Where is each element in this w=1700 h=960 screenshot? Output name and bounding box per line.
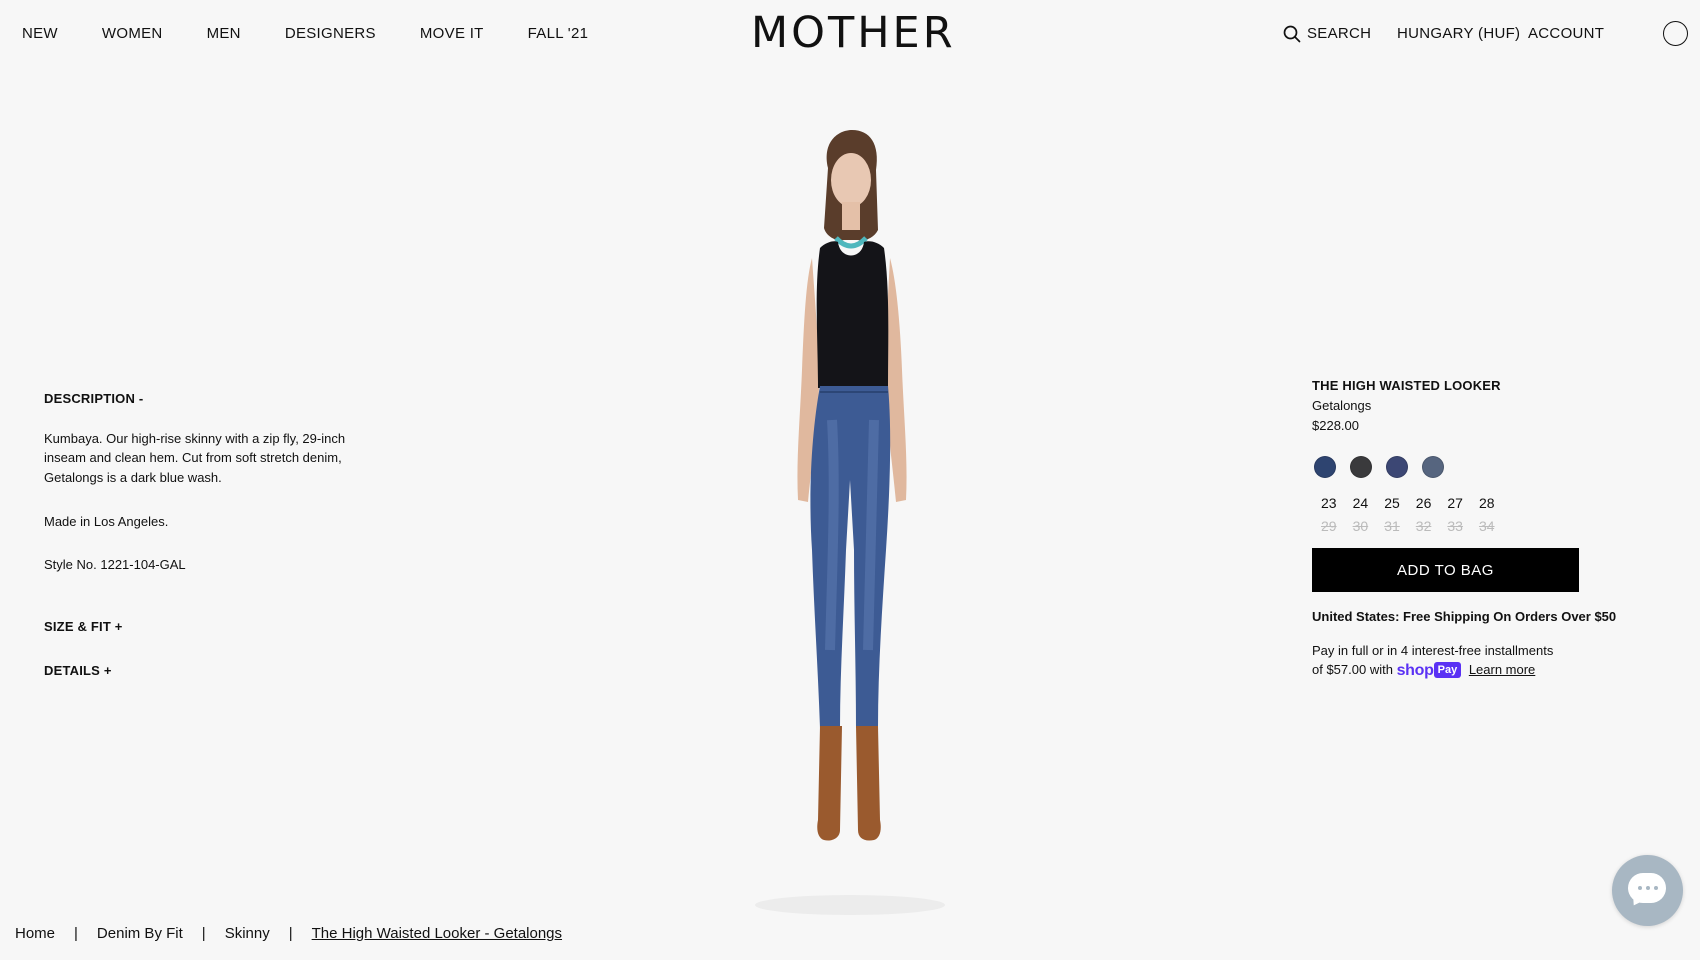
breadcrumb-home[interactable]: Home [15, 924, 55, 944]
color-swatch[interactable] [1386, 456, 1408, 478]
size-option[interactable]: 24 [1353, 495, 1385, 511]
size-fit-toggle[interactable]: SIZE & FIT + [44, 619, 123, 634]
size-option[interactable]: 23 [1321, 495, 1353, 511]
main-nav: NEW WOMEN MEN DESIGNERS MOVE IT FALL '21 [22, 24, 632, 44]
description-body: Kumbaya. Our high-rise skinny with a zip… [44, 430, 346, 485]
product-price: $228.00 [1312, 418, 1359, 433]
installments-line-2: of $57.00 with shop Pay Learn more [1312, 660, 1632, 680]
breadcrumb-separator: | [288, 925, 293, 942]
chat-dots [1638, 886, 1658, 890]
learn-more-link[interactable]: Learn more [1469, 662, 1535, 677]
shop-pay-badge: Pay [1433, 662, 1462, 678]
size-option-unavailable: 29 [1321, 518, 1337, 534]
description-toggle[interactable]: DESCRIPTION - [44, 389, 384, 409]
color-swatch[interactable] [1314, 456, 1336, 478]
cart-icon[interactable] [1663, 21, 1688, 46]
size-option-unavailable: 33 [1447, 518, 1463, 534]
size-option-unavailable: 32 [1415, 518, 1432, 534]
size-option-unavailable: 34 [1478, 518, 1495, 534]
made-in-text: Made in Los Angeles. [44, 514, 169, 529]
details-toggle[interactable]: DETAILS + [44, 663, 112, 678]
size-option-unavailable: 31 [1384, 518, 1400, 534]
style-number: Style No. 1221-104-GAL [44, 556, 186, 572]
nav-men[interactable]: MEN [207, 24, 241, 44]
size-option[interactable]: 26 [1416, 495, 1448, 511]
color-swatch[interactable] [1422, 456, 1444, 478]
region-selector[interactable]: HUNGARY (HUF) [1397, 24, 1520, 44]
shipping-notice: United States: Free Shipping On Orders O… [1312, 609, 1617, 624]
breadcrumb-current[interactable]: The High Waisted Looker - Getalongs [312, 924, 562, 944]
breadcrumb-skinny[interactable]: Skinny [225, 924, 270, 944]
product-wash: Getalongs [1312, 398, 1372, 413]
size-option-unavailable: 30 [1352, 518, 1369, 534]
breadcrumb-separator: | [201, 925, 206, 942]
search-button[interactable]: SEARCH [1283, 24, 1371, 44]
breadcrumb: Home | Denim By Fit | Skinny | The High … [15, 924, 562, 944]
installments-amount: of $57.00 with [1312, 662, 1393, 677]
size-option[interactable]: 25 [1384, 495, 1416, 511]
search-label: SEARCH [1307, 25, 1372, 42]
installments-line: Pay in full or in 4 interest-free instal… [1312, 643, 1554, 658]
shop-pay-installments: Pay in full or in 4 interest-free instal… [1312, 641, 1632, 680]
shop-pay-logo: shop [1396, 662, 1434, 679]
size-options: 23 24 25 26 27 28 [1321, 495, 1632, 511]
breadcrumb-denim-by-fit[interactable]: Denim By Fit [97, 924, 183, 944]
breadcrumb-separator: | [74, 925, 78, 942]
color-swatches [1314, 456, 1632, 478]
nav-fall-21[interactable]: FALL '21 [528, 24, 589, 44]
nav-designers[interactable]: DESIGNERS [285, 24, 376, 44]
size-option[interactable]: 28 [1479, 495, 1511, 511]
color-swatch[interactable] [1350, 456, 1372, 478]
brand-logo[interactable]: MOTHER [751, 10, 953, 56]
buy-panel: THE HIGH WAISTED LOOKER Getalongs $228.0… [1312, 376, 1632, 680]
account-link[interactable]: ACCOUNT [1528, 24, 1604, 44]
add-to-bag-button[interactable]: ADD TO BAG [1312, 548, 1579, 592]
nav-new[interactable]: NEW [22, 24, 58, 44]
product-description: DESCRIPTION - Kumbaya. Our high-rise ski… [44, 389, 384, 574]
size-option[interactable]: 27 [1447, 495, 1479, 511]
size-options-unavailable: 29 30 31 32 33 34 [1321, 518, 1632, 534]
utility-nav: SEARCH HUNGARY (HUF) ACCOUNT [1280, 21, 1700, 46]
search-icon [1283, 25, 1301, 43]
product-title: THE HIGH WAISTED LOOKER [1312, 378, 1501, 393]
nav-move-it[interactable]: MOVE IT [420, 24, 484, 44]
nav-women[interactable]: WOMEN [102, 24, 163, 44]
chat-button[interactable] [1612, 855, 1683, 926]
product-image[interactable] [740, 130, 960, 920]
